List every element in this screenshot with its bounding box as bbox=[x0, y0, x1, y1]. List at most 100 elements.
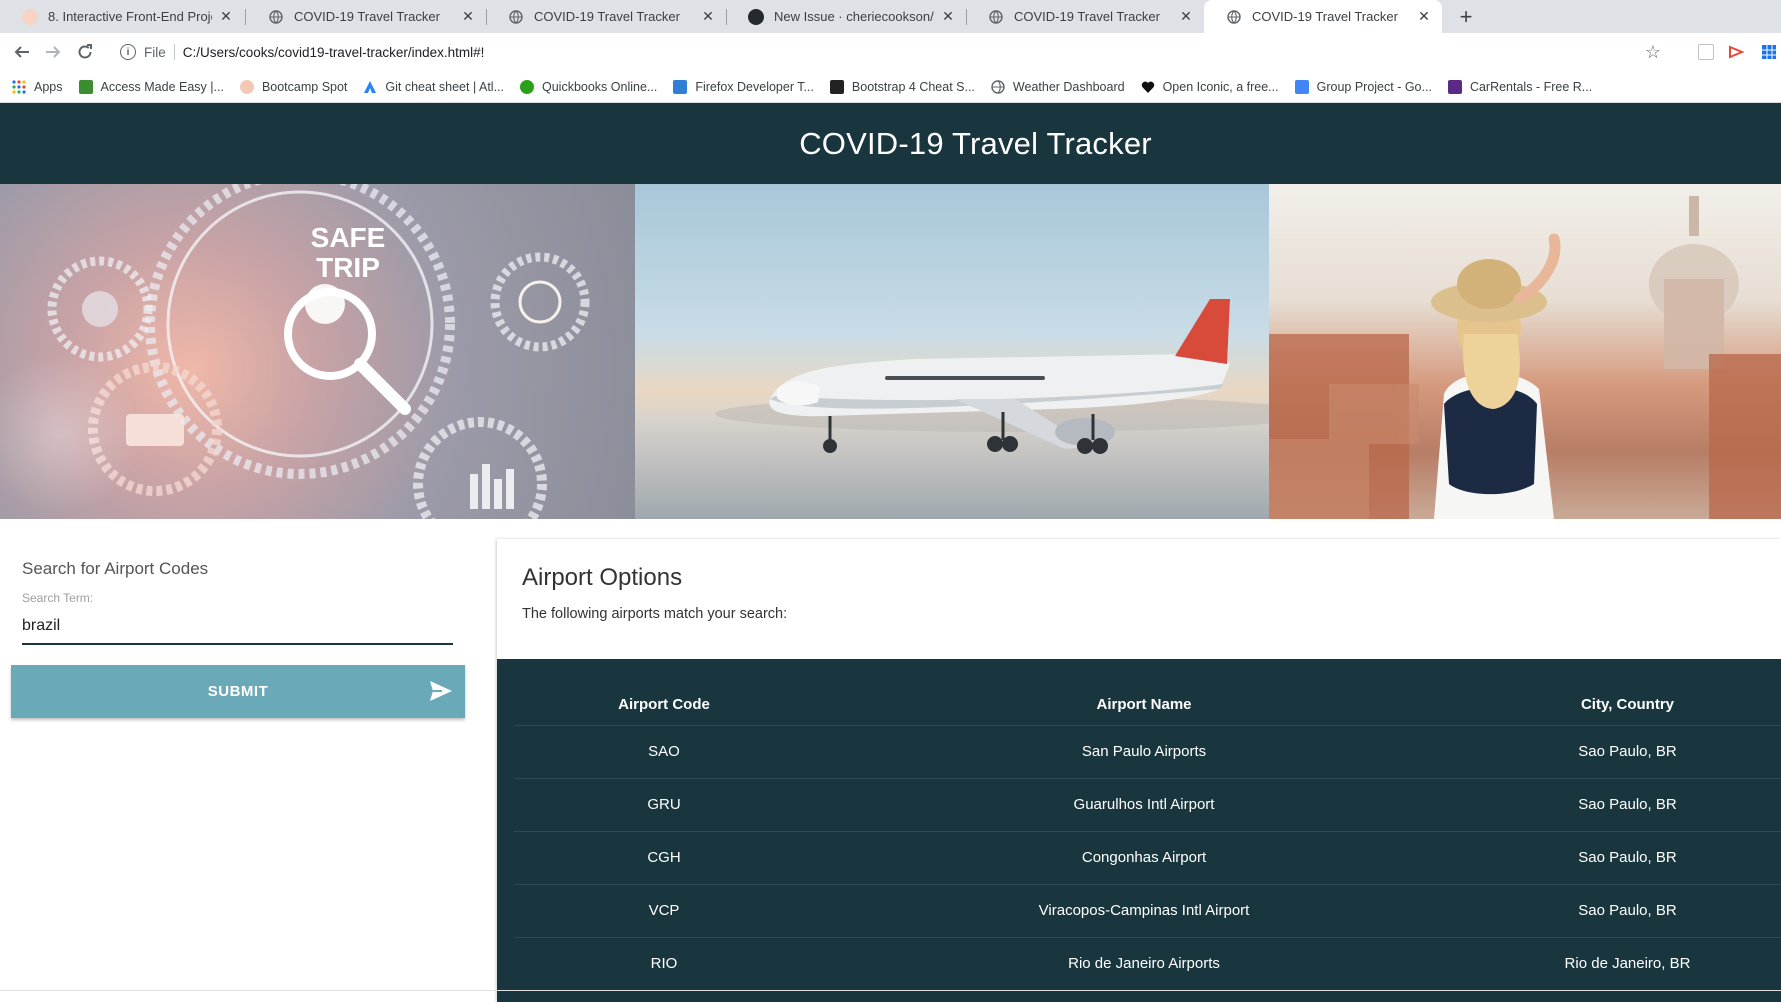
close-icon[interactable]: ✕ bbox=[218, 8, 234, 25]
bookmark-label: Group Project - Go... bbox=[1316, 79, 1432, 94]
heart-icon bbox=[1141, 80, 1155, 94]
address-divider bbox=[173, 44, 175, 60]
google-docs-icon bbox=[1294, 79, 1309, 94]
results-subtitle: The following airports match your search… bbox=[522, 606, 788, 622]
bookmark-label: Git cheat sheet | Atl... bbox=[385, 79, 504, 94]
hero-trip-text: TRIP bbox=[316, 252, 380, 283]
city-country-cell: Sao Paulo, BR bbox=[1474, 778, 1781, 832]
screencast-extension-icon[interactable] bbox=[1728, 44, 1745, 60]
city-country-cell: Rio de Janeiro, BR bbox=[1474, 937, 1781, 991]
search-heading: Search for Airport Codes bbox=[22, 559, 209, 578]
address-scheme-label: File bbox=[144, 44, 166, 60]
extension-icon[interactable] bbox=[1698, 44, 1714, 60]
table-row: GRU Guarulhos Intl Airport Sao Paulo, BR bbox=[514, 778, 1781, 832]
globe-icon bbox=[1226, 9, 1242, 25]
globe-icon bbox=[268, 9, 284, 25]
atlassian-icon bbox=[363, 80, 377, 94]
tab-title: COVID-19 Travel Tracker bbox=[1252, 9, 1398, 24]
bookmark-label: CarRentals - Free R... bbox=[1469, 79, 1593, 94]
airport-table-container: Airport Code Airport Name City, Country … bbox=[497, 659, 1781, 1002]
close-icon[interactable]: ✕ bbox=[1416, 8, 1432, 25]
bookmark-item[interactable]: Group Project - Go... bbox=[1294, 79, 1432, 94]
city-country-cell: Sao Paulo, BR bbox=[1474, 831, 1781, 885]
address-url[interactable]: C:/Users/cooks/covid19-travel-tracker/in… bbox=[183, 45, 485, 60]
airport-name-cell: Guarulhos Intl Airport bbox=[814, 778, 1474, 832]
city-country-cell: Sao Paulo, BR bbox=[1474, 884, 1781, 938]
globe-icon bbox=[988, 9, 1004, 25]
bookmark-item[interactable]: Quickbooks Online... bbox=[520, 79, 658, 94]
airport-name-cell: Congonhas Airport bbox=[814, 831, 1474, 885]
tab-title: COVID-19 Travel Tracker bbox=[1014, 9, 1160, 24]
browser-tab[interactable]: COVID-19 Travel Tracker ✕ bbox=[486, 0, 726, 33]
bookmark-item[interactable]: Weather Dashboard bbox=[991, 80, 1125, 94]
bookmark-item[interactable]: Bootcamp Spot bbox=[239, 79, 348, 94]
hero-banner: SAFE TRIP bbox=[0, 184, 1781, 519]
bookmark-label: Weather Dashboard bbox=[1012, 79, 1125, 94]
info-icon[interactable]: i bbox=[120, 44, 136, 60]
city-country-cell: Sao Paulo, BR bbox=[1474, 725, 1781, 779]
browser-tab-active[interactable]: COVID-19 Travel Tracker ✕ bbox=[1204, 0, 1442, 33]
apps-grid-icon bbox=[12, 79, 26, 94]
submit-button[interactable]: SUBMIT bbox=[11, 665, 465, 718]
column-header-city: City, Country bbox=[1474, 685, 1781, 726]
firefox-dev-icon bbox=[673, 79, 688, 94]
site-header: COVID-19 Travel Tracker bbox=[0, 103, 1781, 184]
airport-name-cell: San Paulo Airports bbox=[814, 725, 1474, 779]
bookmark-item[interactable]: CarRentals - Free R... bbox=[1447, 79, 1593, 94]
bookmark-apps[interactable]: Apps bbox=[12, 80, 63, 94]
close-icon[interactable]: ✕ bbox=[1178, 8, 1194, 25]
browser-tab[interactable]: 8. Interactive Front-End Project ✕ bbox=[0, 0, 244, 33]
airport-name-cell: Viracopos-Campinas Intl Airport bbox=[814, 884, 1474, 938]
browser-tab[interactable]: COVID-19 Travel Tracker ✕ bbox=[966, 0, 1204, 33]
access-icon bbox=[78, 79, 93, 94]
tab-title: COVID-19 Travel Tracker bbox=[534, 9, 680, 24]
results-title: Airport Options bbox=[522, 564, 683, 591]
bookmark-item[interactable]: Bootstrap 4 Cheat S... bbox=[829, 79, 975, 94]
airport-code-cell: RIO bbox=[514, 937, 814, 991]
airport-code-cell: GRU bbox=[514, 778, 814, 832]
send-icon bbox=[429, 680, 453, 702]
tab-title: COVID-19 Travel Tracker bbox=[294, 9, 440, 24]
bookmark-label: Bootcamp Spot bbox=[261, 79, 348, 94]
bookmark-item[interactable]: Access Made Easy |... bbox=[78, 79, 224, 94]
bookmark-label: Quickbooks Online... bbox=[542, 79, 658, 94]
apps-grid-extension-icon[interactable] bbox=[1761, 44, 1777, 60]
browser-tabstrip: 8. Interactive Front-End Project ✕ COVID… bbox=[0, 0, 1781, 33]
bootcamp-icon bbox=[239, 79, 254, 94]
bookmark-label: Apps bbox=[34, 79, 63, 94]
bookmark-star-icon[interactable]: ☆ bbox=[1645, 42, 1661, 63]
back-arrow-icon[interactable] bbox=[9, 39, 35, 65]
close-icon[interactable]: ✕ bbox=[700, 8, 716, 25]
bookmark-label: Bootstrap 4 Cheat S... bbox=[851, 79, 975, 94]
bookmark-label: Firefox Developer T... bbox=[695, 79, 814, 94]
close-icon[interactable]: ✕ bbox=[460, 8, 476, 25]
table-header-row: Airport Code Airport Name City, Country bbox=[514, 685, 1781, 726]
page: COVID-19 Travel Tracker SAFE TRIP Search… bbox=[0, 103, 1781, 1002]
airport-code-cell: CGH bbox=[514, 831, 814, 885]
quickbooks-icon bbox=[520, 79, 534, 94]
new-tab-button[interactable]: + bbox=[1452, 0, 1480, 33]
browser-tab[interactable]: New Issue · cheriecookson/weath ✕ bbox=[726, 0, 966, 33]
bookmark-item[interactable]: Git cheat sheet | Atl... bbox=[363, 80, 504, 94]
address-bar[interactable]: i File C:/Users/cooks/covid19-travel-tra… bbox=[110, 37, 1710, 67]
tab-title: 8. Interactive Front-End Project bbox=[48, 9, 212, 24]
column-header-name: Airport Name bbox=[814, 685, 1474, 726]
reload-icon[interactable] bbox=[72, 39, 98, 65]
close-icon[interactable]: ✕ bbox=[940, 8, 956, 25]
submit-button-label: SUBMIT bbox=[207, 683, 269, 700]
globe-icon bbox=[991, 79, 1005, 94]
page-title: COVID-19 Travel Tracker bbox=[799, 125, 1152, 161]
bookmarks-bar: Apps Access Made Easy |... Bootcamp Spot… bbox=[0, 71, 1781, 103]
airport-name-cell: Rio de Janeiro Airports bbox=[814, 937, 1474, 991]
hero-safe-text: SAFE bbox=[311, 222, 386, 253]
bookmark-item[interactable]: Open Iconic, a free... bbox=[1141, 80, 1279, 94]
bookmark-item[interactable]: Firefox Developer T... bbox=[673, 79, 814, 94]
search-term-input[interactable] bbox=[22, 609, 453, 645]
column-header-code: Airport Code bbox=[514, 685, 814, 726]
forward-arrow-icon[interactable] bbox=[40, 39, 66, 65]
airport-code-cell: VCP bbox=[514, 884, 814, 938]
browser-tab[interactable]: COVID-19 Travel Tracker ✕ bbox=[246, 0, 486, 33]
table-row: VCP Viracopos-Campinas Intl Airport Sao … bbox=[514, 884, 1781, 938]
hero-image-traveler bbox=[1269, 184, 1781, 519]
table-row: SAO San Paulo Airports Sao Paulo, BR bbox=[514, 725, 1781, 779]
